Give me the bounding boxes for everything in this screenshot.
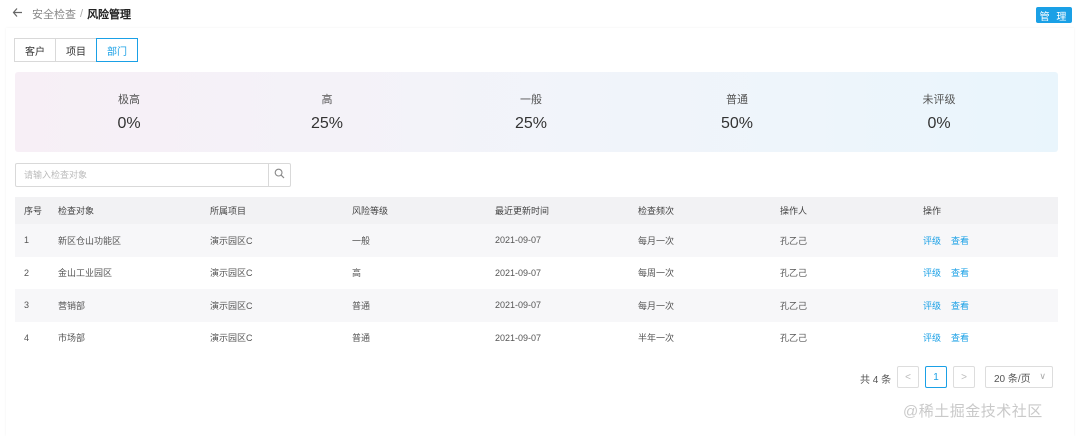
chevron-down-icon: ∨ xyxy=(1039,371,1046,381)
stat-value: 25% xyxy=(310,115,344,132)
stat-value: 50% xyxy=(720,115,754,132)
cell-target: 市场部 xyxy=(58,333,86,344)
breadcrumb-parent[interactable]: 安全检查 xyxy=(32,6,76,22)
page-size-select[interactable]: 20 条/页 ∨ xyxy=(985,366,1053,388)
cell-frequency: 每月一次 xyxy=(638,300,675,311)
watermark: @稀土掘金技术社区 xyxy=(903,403,1043,420)
breadcrumb-current: 风险管理 xyxy=(87,9,132,21)
table-row: 2 金山工业园区 演示园区C 高 2021-09-07 每周一次 孔乙己 评级 … xyxy=(15,257,1058,290)
column-header: 所属项目 xyxy=(210,206,247,216)
cell-project: 演示园区C xyxy=(210,333,253,344)
column-header: 序号 xyxy=(24,206,43,216)
column-header: 检查对象 xyxy=(58,206,95,216)
cell-updated: 2021-09-07 xyxy=(495,235,542,246)
cell-target: 营销部 xyxy=(58,300,86,311)
view-link[interactable]: 查看 xyxy=(951,234,969,247)
tab-department[interactable]: 部门 xyxy=(96,38,138,62)
cell-updated: 2021-09-07 xyxy=(495,332,542,343)
cell-level: 普通 xyxy=(352,300,371,311)
cell-updated: 2021-09-07 xyxy=(495,267,542,278)
breadcrumb-separator: / xyxy=(80,8,84,20)
cell-actions: 评级 查看 xyxy=(923,322,969,355)
cell-frequency: 每周一次 xyxy=(638,268,675,279)
cell-operator: 孔乙己 xyxy=(780,300,808,311)
view-link[interactable]: 查看 xyxy=(951,299,969,312)
cell-actions: 评级 查看 xyxy=(923,289,969,322)
column-header: 操作 xyxy=(923,206,942,216)
column-header: 操作人 xyxy=(780,206,808,216)
stat-label: 极高 xyxy=(118,94,140,106)
risk-stats-banner: 极高 0% 高 25% 一般 25% 普通 50% 未评级 0% xyxy=(15,72,1058,152)
cell-no: 4 xyxy=(24,332,30,343)
column-header: 检查频次 xyxy=(638,206,675,216)
next-page-button[interactable]: > xyxy=(953,366,975,388)
column-header: 风险等级 xyxy=(352,206,389,216)
rate-link[interactable]: 评级 xyxy=(923,266,941,279)
table-row: 4 市场部 演示园区C 普通 2021-09-07 半年一次 孔乙己 评级 查看 xyxy=(15,322,1058,355)
stat-label: 一般 xyxy=(520,94,542,106)
stat-label: 普通 xyxy=(726,94,748,106)
search-box xyxy=(15,163,291,187)
table-body: 1 新区仓山功能区 演示园区C 一般 2021-09-07 每月一次 孔乙己 评… xyxy=(15,224,1058,354)
view-link[interactable]: 查看 xyxy=(951,331,969,344)
tab-project[interactable]: 项目 xyxy=(55,38,97,62)
search-button[interactable] xyxy=(268,164,290,186)
back-arrow-icon[interactable] xyxy=(12,7,26,21)
search-icon xyxy=(274,166,285,184)
cell-frequency: 半年一次 xyxy=(638,333,675,344)
cell-updated: 2021-09-07 xyxy=(495,300,542,311)
stat-label: 高 xyxy=(321,94,333,106)
rate-link[interactable]: 评级 xyxy=(923,331,941,344)
cell-operator: 孔乙己 xyxy=(780,268,808,279)
rate-link[interactable]: 评级 xyxy=(923,299,941,312)
search-input[interactable] xyxy=(16,164,268,186)
table-row: 1 新区仓山功能区 演示园区C 一般 2021-09-07 每月一次 孔乙己 评… xyxy=(15,224,1058,257)
cell-operator: 孔乙己 xyxy=(780,235,808,246)
cell-level: 一般 xyxy=(352,235,371,246)
table-row: 3 营销部 演示园区C 普通 2021-09-07 每月一次 孔乙己 评级 查看 xyxy=(15,289,1058,322)
cell-frequency: 每月一次 xyxy=(638,235,675,246)
cell-no: 3 xyxy=(24,300,30,311)
cell-no: 1 xyxy=(24,235,30,246)
top-bar: 安全检查 / 风险管理 xyxy=(0,0,1080,28)
stat-value: 0% xyxy=(927,115,951,132)
stat-value: 25% xyxy=(514,115,548,132)
risk-table: 序号 检查对象 所属项目 风险等级 最近更新时间 检查频次 操作人 操作 1 新… xyxy=(15,197,1058,354)
manage-button[interactable]: 管 理 xyxy=(1036,7,1072,23)
cell-actions: 评级 查看 xyxy=(923,257,969,290)
stat-label: 未评级 xyxy=(922,94,956,106)
cell-project: 演示园区C xyxy=(210,235,253,246)
cell-actions: 评级 查看 xyxy=(923,224,969,257)
pagination-total: 共 4 条 xyxy=(860,375,892,386)
prev-page-button[interactable]: < xyxy=(897,366,919,388)
cell-target: 新区仓山功能区 xyxy=(58,235,122,246)
cell-target: 金山工业园区 xyxy=(58,268,113,279)
page-size-value: 20 条/页 xyxy=(994,373,1031,385)
cell-project: 演示园区C xyxy=(210,300,253,311)
cell-level: 普通 xyxy=(352,333,371,344)
page-1-button[interactable]: 1 xyxy=(925,366,947,388)
cell-no: 2 xyxy=(24,267,30,278)
column-header: 最近更新时间 xyxy=(495,206,550,216)
cell-operator: 孔乙己 xyxy=(780,333,808,344)
tab-customer[interactable]: 客户 xyxy=(14,38,56,62)
table-header: 序号 检查对象 所属项目 风险等级 最近更新时间 检查频次 操作人 操作 xyxy=(15,197,1058,224)
scope-tabs: 客户 项目 部门 xyxy=(14,38,138,62)
view-link[interactable]: 查看 xyxy=(951,266,969,279)
cell-project: 演示园区C xyxy=(210,268,253,279)
rate-link[interactable]: 评级 xyxy=(923,234,941,247)
cell-level: 高 xyxy=(352,268,362,279)
stat-value: 0% xyxy=(117,115,141,132)
